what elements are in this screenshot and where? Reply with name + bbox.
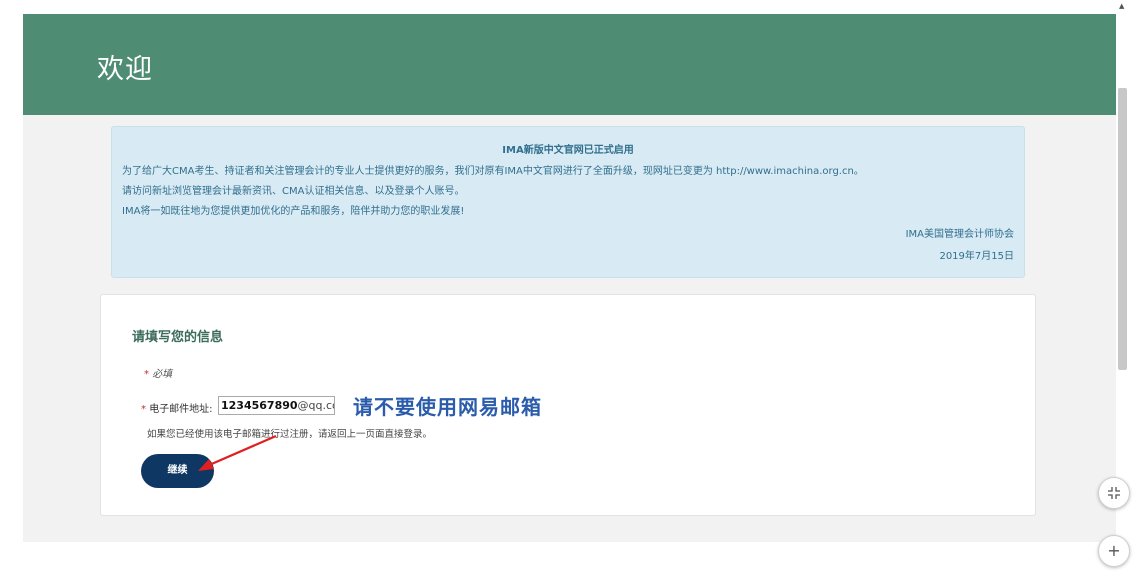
email-value-local: 1234567890 — [221, 399, 298, 412]
required-note: * 必填 — [144, 365, 172, 380]
page-content: 欢迎 IMA新版中文官网已正式启用 为了给广大CMA考生、持证者和关注管理会计的… — [23, 14, 1116, 542]
notice-title: IMA新版中文官网已正式启用 — [502, 145, 634, 156]
continue-button[interactable]: 继续 — [141, 454, 214, 488]
scrollbar-thumb[interactable] — [1118, 88, 1127, 370]
warning-annotation: 请不要使用网易邮箱 — [353, 395, 542, 419]
required-label: 必填 — [152, 369, 173, 380]
notice-line-1: 为了给广大CMA考生、持证者和关注管理会计的专业人士提供更好的服务，我们对原有I… — [122, 166, 864, 177]
info-form: 请填写您的信息 * 必填 * 电子邮件地址: 1234567890@qq.com… — [100, 294, 1036, 516]
page-header: 欢迎 — [23, 14, 1116, 115]
email-value-domain: @qq.com — [297, 399, 334, 412]
help-text: 如果您已经使用该电子邮箱进行过注册，请返回上一页面直接登录。 — [147, 429, 433, 440]
page-title: 欢迎 — [97, 54, 153, 85]
notice-line-2: 请访问新址浏览管理会计最新资讯、CMA认证相关信息、以及登录个人账号。 — [122, 186, 465, 197]
notice-date: 2019年7月15日 — [939, 251, 1014, 262]
email-field[interactable]: 1234567890@qq.com — [218, 396, 335, 415]
scroll-up-icon[interactable]: ▲ — [1119, 2, 1124, 10]
required-star: * — [144, 369, 149, 380]
email-label-text: 电子邮件地址: — [149, 404, 213, 415]
notice-signature: IMA美国管理会计师协会 — [905, 229, 1014, 240]
email-required-star: * — [141, 404, 146, 415]
email-label: * 电子邮件地址: — [141, 400, 213, 415]
collapse-button[interactable] — [1098, 477, 1130, 509]
notice-banner: IMA新版中文官网已正式启用 为了给广大CMA考生、持证者和关注管理会计的专业人… — [111, 126, 1025, 278]
plus-icon: + — [1107, 541, 1121, 560]
form-heading: 请填写您的信息 — [132, 330, 224, 345]
notice-line-3: IMA将一如既往地为您提供更加优化的产品和服务，陪伴并助力您的职业发展! — [122, 206, 465, 217]
zoom-in-button[interactable]: + — [1098, 535, 1130, 567]
collapse-icon — [1108, 487, 1120, 499]
